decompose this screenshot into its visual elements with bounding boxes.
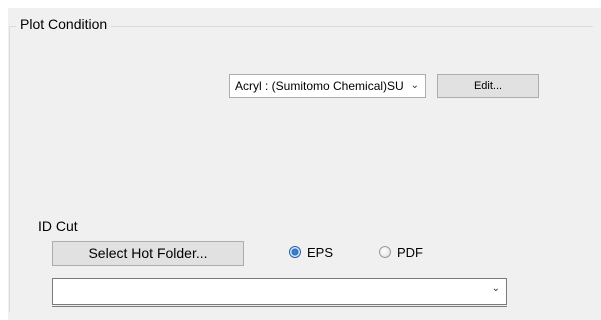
pdf-radio[interactable]: PDF [379,244,423,260]
radio-selected-icon [289,246,301,258]
edit-button[interactable]: Edit... [437,74,539,98]
material-select[interactable]: Acryl : (Sumitomo Chemical)SU ⌄ [229,74,426,98]
plot-condition-group [9,26,593,312]
hot-folder-combo[interactable]: ⌄ [52,278,507,307]
select-hot-folder-button[interactable]: Select Hot Folder... [52,241,244,266]
pdf-radio-label: PDF [397,244,423,260]
plot-condition-title: Plot Condition [16,15,112,33]
eps-radio[interactable]: EPS [289,244,333,260]
eps-radio-label: EPS [307,244,334,260]
chevron-down-icon: ⌄ [410,80,419,91]
id-cut-label: ID Cut [38,218,78,234]
material-select-value: Acryl : (Sumitomo Chemical)SU [235,79,404,93]
chevron-down-icon: ⌄ [491,283,500,294]
radio-unselected-icon [379,246,391,258]
